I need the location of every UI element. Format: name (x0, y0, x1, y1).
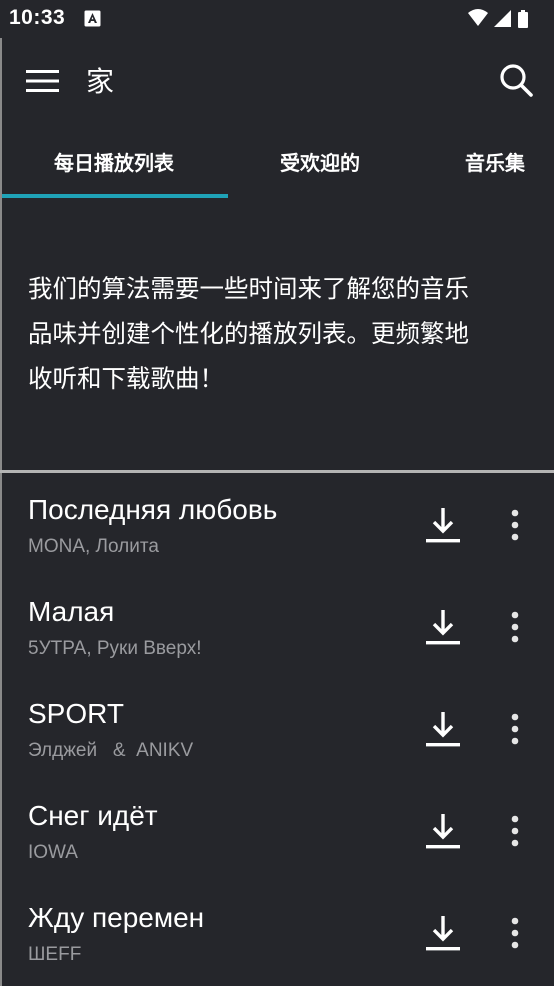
more-options-icon[interactable] (503, 507, 527, 543)
section-divider (0, 470, 554, 473)
song-title: Малая (28, 596, 115, 627)
song-list-item[interactable]: Снег идёт IOWA (0, 780, 554, 882)
status-bar: 10:33 (0, 0, 554, 38)
song-title: Жду перемен (28, 902, 205, 933)
song-list-item[interactable]: SPORT Элджей & ANIKV (0, 678, 554, 780)
song-list-item[interactable]: Последняя любовь MONA, Лолита (0, 474, 554, 576)
more-options-icon[interactable] (503, 813, 527, 849)
page-title: 家 (86, 65, 115, 98)
wifi-icon (468, 9, 488, 26)
battery-icon (518, 10, 528, 28)
notification-a-icon (84, 10, 101, 27)
tab-popular[interactable]: 受欢迎的 (228, 124, 412, 198)
song-artist: 5УТРА, Руки Вверх! (28, 638, 202, 659)
download-icon[interactable] (422, 810, 464, 852)
app-toolbar: 家 (0, 38, 554, 124)
song-title: SPORT (28, 698, 124, 729)
tab-selected-indicator (2, 194, 228, 198)
status-time: 10:33 (9, 6, 66, 29)
message-line: 收听和下载歌曲！ (28, 364, 224, 393)
more-options-icon[interactable] (503, 915, 527, 951)
playlist-info-message: 我们的算法需要一些时间来了解您的音乐 品味并创建个性化的播放列表。更频繁地 收听… (28, 266, 534, 401)
tab-daily-playlist[interactable]: 每日播放列表 (0, 124, 228, 198)
song-artist: ШEFF (28, 944, 82, 965)
search-icon[interactable] (498, 62, 534, 98)
download-icon[interactable] (422, 912, 464, 954)
app-screen: 10:33 家 每日播放列表 受欢迎的 音乐集 我们的算法需要一些时间来了解您的… (0, 0, 554, 986)
song-list-item[interactable]: Жду перемен ШEFF (0, 882, 554, 984)
song-artist: MONA, Лолита (28, 536, 159, 557)
song-artist: Элджей & ANIKV (28, 740, 194, 761)
more-options-icon[interactable] (503, 609, 527, 645)
tab-bar: 每日播放列表 受欢迎的 音乐集 (0, 124, 554, 198)
signal-icon (494, 10, 511, 27)
download-icon[interactable] (422, 606, 464, 648)
song-title: Снег идёт (28, 800, 158, 831)
hamburger-menu-icon[interactable] (26, 66, 60, 96)
message-line: 我们的算法需要一些时间来了解您的音乐 (28, 274, 469, 303)
song-list: Последняя любовь MONA, Лолита Малая 5УТР… (0, 474, 554, 984)
song-list-item[interactable]: Малая 5УТРА, Руки Вверх! (0, 576, 554, 678)
song-title: Последняя любовь (28, 494, 278, 525)
more-options-icon[interactable] (503, 711, 527, 747)
song-artist: IOWA (28, 842, 78, 863)
message-line: 品味并创建个性化的播放列表。更频繁地 (28, 319, 469, 348)
tab-collections[interactable]: 音乐集 (412, 124, 554, 198)
download-icon[interactable] (422, 504, 464, 546)
download-icon[interactable] (422, 708, 464, 750)
system-status-icons (468, 9, 528, 28)
